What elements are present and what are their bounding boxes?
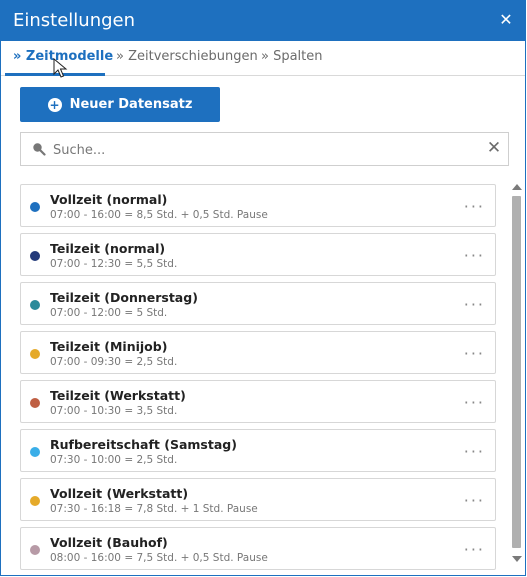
dialog-title: Einstellungen (13, 10, 136, 31)
new-record-button[interactable]: + Neuer Datensatz (20, 87, 220, 122)
list-item[interactable]: Vollzeit (normal) 07:00 - 16:00 = 8,5 St… (20, 184, 496, 227)
clear-icon[interactable]: ✕ (484, 138, 504, 158)
new-record-label: Neuer Datensatz (69, 97, 193, 112)
color-dot (30, 496, 40, 506)
item-title: Teilzeit (Minijob) (50, 339, 168, 354)
color-dot (30, 349, 40, 359)
tab-spalten[interactable]: » Spalten (261, 49, 323, 64)
color-dot (30, 447, 40, 457)
item-subtitle: 07:00 - 12:30 = 5,5 Std. (50, 258, 178, 270)
more-horizontal-icon[interactable]: ··· (464, 197, 485, 216)
item-subtitle: 07:00 - 09:30 = 2,5 Std. (50, 356, 178, 368)
title-bar: Einstellungen ✕ (1, 1, 525, 41)
more-horizontal-icon[interactable]: ··· (464, 491, 485, 510)
item-title: Vollzeit (Bauhof) (50, 535, 168, 550)
search-icon (33, 143, 46, 156)
mouse-cursor-icon (53, 58, 68, 78)
item-title: Vollzeit (normal) (50, 192, 168, 207)
time-model-list: Vollzeit (normal) 07:00 - 16:00 = 8,5 St… (20, 184, 496, 575)
list-item[interactable]: Teilzeit (Werkstatt) 07:00 - 10:30 = 3,5… (20, 380, 496, 423)
color-dot (30, 202, 40, 212)
scroll-thumb[interactable] (512, 196, 521, 548)
scroll-up-icon[interactable] (512, 184, 522, 190)
more-horizontal-icon[interactable]: ··· (464, 540, 485, 559)
plus-circle-icon: + (47, 97, 62, 112)
color-dot (30, 300, 40, 310)
more-horizontal-icon[interactable]: ··· (464, 393, 485, 412)
item-title: Rufbereitschaft (Samstag) (50, 437, 237, 452)
more-horizontal-icon[interactable]: ··· (464, 344, 485, 363)
item-title: Vollzeit (Werkstatt) (50, 486, 189, 501)
more-horizontal-icon[interactable]: ··· (464, 295, 485, 314)
list-item[interactable]: Teilzeit (Donnerstag) 07:00 - 12:00 = 5 … (20, 282, 496, 325)
item-title: Teilzeit (Werkstatt) (50, 388, 186, 403)
tab-zeitverschiebungen[interactable]: » Zeitverschiebungen (116, 49, 258, 64)
list-item[interactable]: Teilzeit (Minijob) 07:00 - 09:30 = 2,5 S… (20, 331, 496, 374)
more-horizontal-icon[interactable]: ··· (464, 442, 485, 461)
item-title: Teilzeit (normal) (50, 241, 166, 256)
item-subtitle: 07:00 - 12:00 = 5 Std. (50, 307, 168, 319)
close-icon[interactable]: ✕ (497, 10, 515, 29)
color-dot (30, 398, 40, 408)
list-item[interactable]: Rufbereitschaft (Samstag) 07:30 - 10:00 … (20, 429, 496, 472)
list-item[interactable]: Vollzeit (Bauhof) 08:00 - 16:00 = 7,5 St… (20, 527, 496, 570)
item-subtitle: 07:00 - 10:30 = 3,5 Std. (50, 405, 178, 417)
item-title: Teilzeit (Donnerstag) (50, 290, 198, 305)
item-subtitle: 08:00 - 16:00 = 7,5 Std. + 0,5 Std. Paus… (50, 552, 268, 564)
item-subtitle: 07:30 - 10:00 = 2,5 Std. (50, 454, 178, 466)
scroll-down-icon[interactable] (512, 556, 522, 562)
list-scrollbar[interactable] (511, 184, 522, 562)
item-subtitle: 07:00 - 16:00 = 8,5 Std. + 0,5 Std. Paus… (50, 209, 268, 221)
list-item[interactable]: Teilzeit (normal) 07:00 - 12:30 = 5,5 St… (20, 233, 496, 276)
color-dot (30, 545, 40, 555)
more-horizontal-icon[interactable]: ··· (464, 246, 485, 265)
list-item[interactable]: Vollzeit (Werkstatt) 07:30 - 16:18 = 7,8… (20, 478, 496, 521)
tab-bar: » Zeitmodelle » Zeitverschiebungen » Spa… (1, 41, 525, 76)
search-box: ✕ (20, 132, 509, 166)
item-subtitle: 07:30 - 16:18 = 7,8 Std. + 1 Std. Pause (50, 503, 258, 515)
settings-dialog: Einstellungen ✕ » Zeitmodelle » Zeitvers… (0, 0, 526, 576)
search-input[interactable] (51, 139, 485, 161)
color-dot (30, 251, 40, 261)
